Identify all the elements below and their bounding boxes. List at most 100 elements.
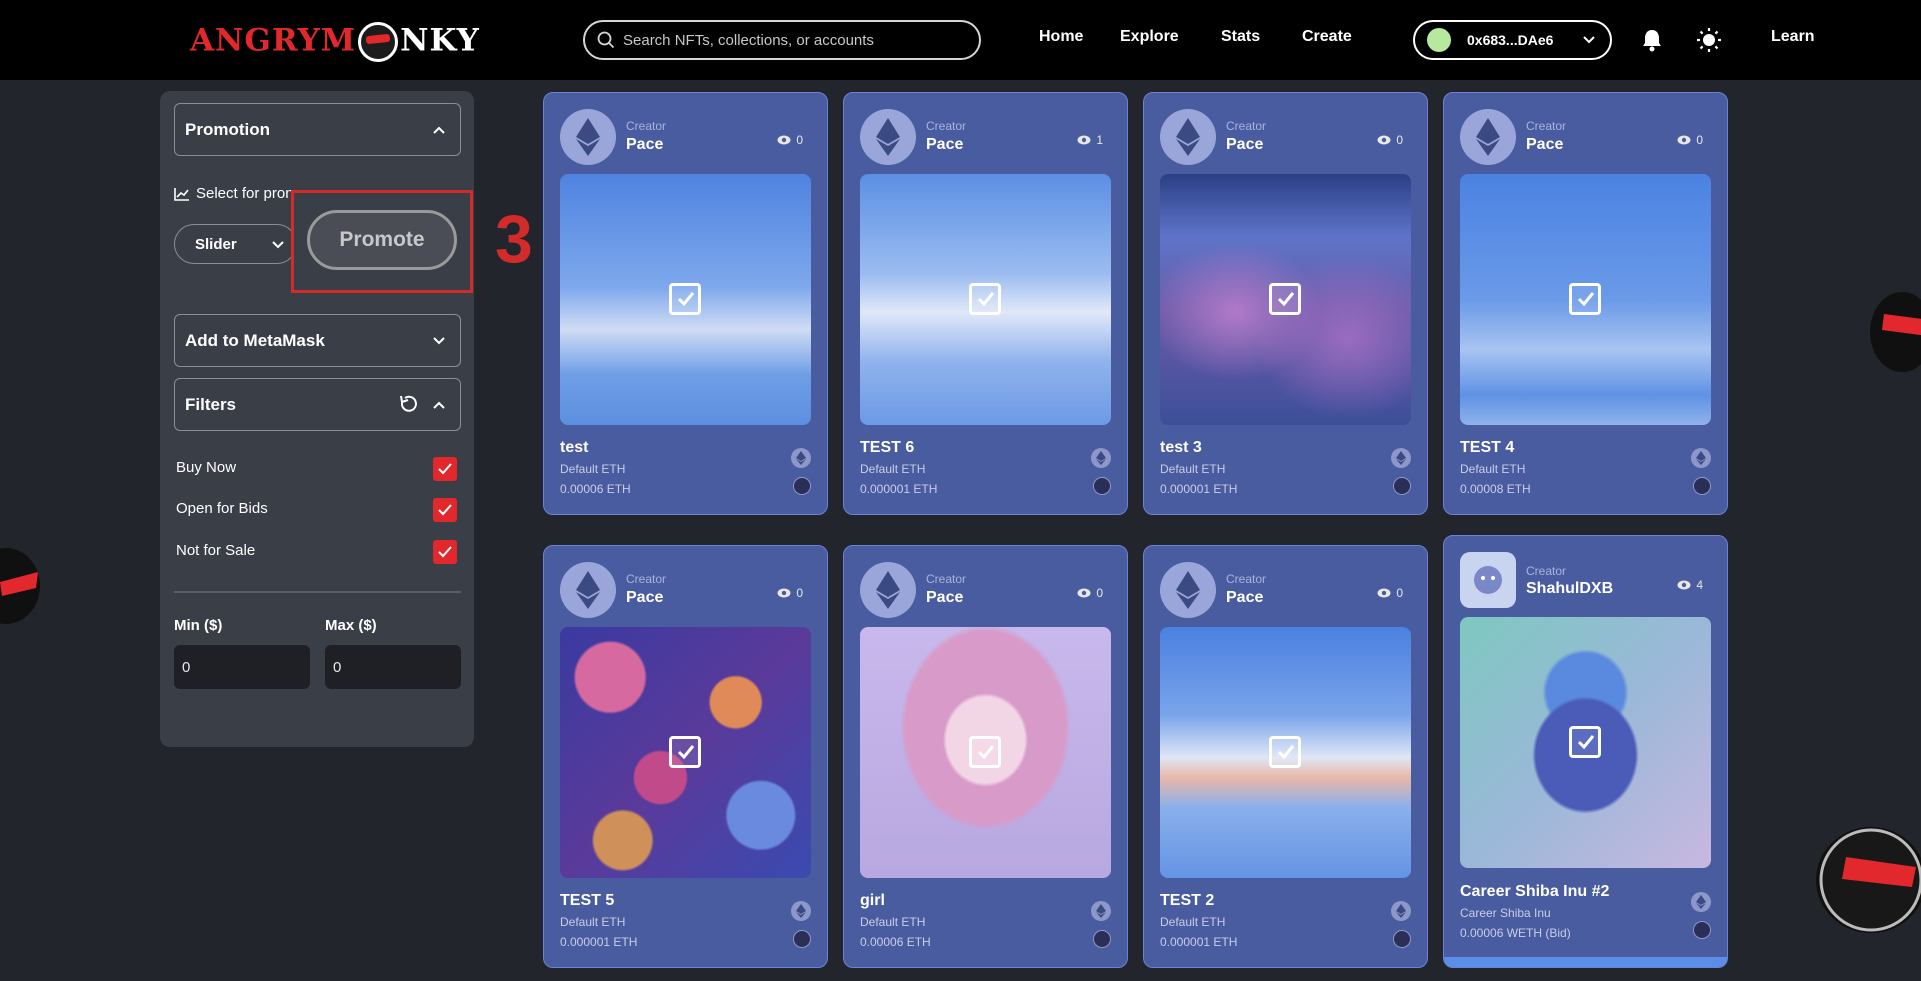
chevron-down-icon: [433, 337, 445, 345]
bell-icon[interactable]: [1641, 28, 1663, 52]
max-price-input[interactable]: [325, 645, 461, 689]
view-count-value: 0: [1396, 586, 1403, 600]
eye-icon: [1677, 580, 1691, 590]
eye-icon: [1077, 588, 1091, 598]
creator-label: Creator: [1226, 572, 1267, 586]
nft-title: test 3: [1160, 439, 1202, 456]
filter-buy-now-checkbox[interactable]: [433, 457, 457, 481]
check-icon: [677, 745, 695, 760]
nft-card[interactable]: Creator Pace 0 TEST 4 Default ETH 0.0000…: [1443, 92, 1728, 515]
nft-card[interactable]: Creator Pace 0 test 3 Default ETH 0.0000…: [1143, 92, 1428, 515]
promotion-type-select[interactable]: Slider: [174, 224, 297, 264]
nft-title: Career Shiba Inu #2: [1460, 883, 1610, 900]
ethereum-icon: [1691, 448, 1711, 468]
filter-not-for-sale-label: Not for Sale: [176, 542, 256, 559]
nft-card[interactable]: Creator Pace 0 TEST 2 Default ETH 0.0000…: [1143, 545, 1428, 968]
selected-checkbox[interactable]: [669, 283, 701, 315]
creator-name[interactable]: Pace: [1226, 136, 1263, 154]
selected-checkbox[interactable]: [969, 283, 1001, 315]
filters-accordion[interactable]: Filters: [174, 378, 461, 431]
nft-image: [860, 627, 1111, 878]
creator-name[interactable]: Pace: [626, 589, 663, 607]
nav-create[interactable]: Create: [1302, 28, 1352, 46]
promote-highlight-box: Promote: [291, 190, 473, 293]
nft-collection: Default ETH: [860, 915, 926, 929]
brand-name-part2: NKY: [400, 22, 480, 59]
selected-checkbox[interactable]: [669, 736, 701, 768]
reset-icon[interactable]: [398, 394, 418, 414]
ethereum-icon: [1391, 448, 1411, 468]
min-price-input[interactable]: [174, 645, 310, 689]
selected-checkbox[interactable]: [1569, 726, 1601, 758]
search-input[interactable]: [623, 31, 943, 49]
view-count: 0: [777, 133, 803, 147]
filter-sidebar: Promotion Select for pron Slider Promote…: [160, 91, 474, 747]
ethereum-icon: [876, 571, 900, 609]
filters-title: Filters: [185, 394, 237, 414]
ethereum-icon: [1091, 901, 1111, 921]
sun-icon[interactable]: [1696, 27, 1722, 53]
nav-home[interactable]: Home: [1039, 28, 1083, 46]
creator-label: Creator: [926, 119, 967, 133]
ethereum-icon: [791, 448, 811, 468]
creator-avatar: [1460, 552, 1516, 608]
selected-checkbox[interactable]: [1569, 283, 1601, 315]
ethereum-icon: [1476, 118, 1500, 156]
search-bar[interactable]: [583, 20, 981, 60]
creator-label: Creator: [1526, 564, 1567, 578]
nft-title: TEST 6: [860, 439, 915, 456]
creator-name[interactable]: ShahulDXB: [1526, 580, 1613, 598]
nft-card[interactable]: Creator Pace 1 TEST 6 Default ETH 0.0000…: [843, 92, 1128, 515]
floating-mascot-right-bottom: [1816, 827, 1921, 933]
nft-card[interactable]: Creator ShahulDXB 4 Career Shiba Inu #2 …: [1443, 535, 1728, 968]
selected-checkbox[interactable]: [1269, 283, 1301, 315]
creator-name[interactable]: Pace: [926, 589, 963, 607]
add-to-metamask-accordion[interactable]: Add to MetaMask: [174, 314, 461, 367]
creator-avatar: [560, 562, 616, 618]
ethereum-icon: [1176, 118, 1200, 156]
creator-avatar: [1460, 109, 1516, 165]
angry-monkey-face-icon: [358, 22, 399, 62]
nft-card[interactable]: Creator Pace 0 TEST 5 Default ETH 0.0000…: [543, 545, 828, 968]
brand-logo[interactable]: ANGRYM NKY: [190, 22, 480, 62]
view-count-value: 1: [1096, 133, 1103, 147]
floating-mascot-left: [0, 548, 40, 624]
view-count: 1: [1077, 133, 1103, 147]
chevron-up-icon: [433, 401, 445, 409]
promotion-accordion[interactable]: Promotion: [174, 103, 461, 156]
ethereum-icon: [1091, 448, 1111, 468]
collection-badge-icon: [1093, 477, 1111, 495]
nft-price: 0.00006 WETH (Bid): [1460, 926, 1571, 940]
filter-buy-now-label: Buy Now: [176, 459, 237, 476]
nav-explore[interactable]: Explore: [1120, 28, 1179, 46]
eye-icon: [777, 588, 791, 598]
creator-name[interactable]: Pace: [626, 136, 663, 154]
nft-card[interactable]: Creator Pace 0 test Default ETH 0.00006 …: [543, 92, 828, 515]
collection-badge-icon: [793, 930, 811, 948]
select-for-promotion-label: Select for pron: [196, 185, 294, 202]
creator-name[interactable]: Pace: [1526, 136, 1563, 154]
nav-learn[interactable]: Learn: [1771, 28, 1815, 46]
nav-stats[interactable]: Stats: [1221, 28, 1260, 46]
promote-button[interactable]: Promote: [307, 210, 457, 270]
selected-checkbox[interactable]: [969, 736, 1001, 768]
nft-image: [1160, 174, 1411, 425]
wallet-button[interactable]: 0x683...DAe6: [1413, 20, 1612, 60]
eye-icon: [1377, 588, 1391, 598]
ethereum-icon: [576, 118, 600, 156]
selected-checkbox[interactable]: [1269, 736, 1301, 768]
nft-collection: Default ETH: [560, 915, 626, 929]
nft-price: 0.000001 ETH: [860, 482, 938, 496]
nft-card[interactable]: Creator Pace 0 girl Default ETH 0.00006 …: [843, 545, 1128, 968]
check-icon: [438, 463, 452, 475]
creator-name[interactable]: Pace: [926, 136, 963, 154]
floating-mascot-right-top: [1870, 292, 1921, 372]
promotion-type-value: Slider: [195, 235, 237, 253]
collection-badge-icon: [793, 477, 811, 495]
check-icon: [1577, 735, 1595, 750]
filter-open-for-bids-checkbox[interactable]: [433, 498, 457, 522]
view-count: 0: [1377, 133, 1403, 147]
creator-name[interactable]: Pace: [1226, 589, 1263, 607]
filter-not-for-sale-checkbox[interactable]: [433, 540, 457, 564]
creator-avatar: [860, 562, 916, 618]
